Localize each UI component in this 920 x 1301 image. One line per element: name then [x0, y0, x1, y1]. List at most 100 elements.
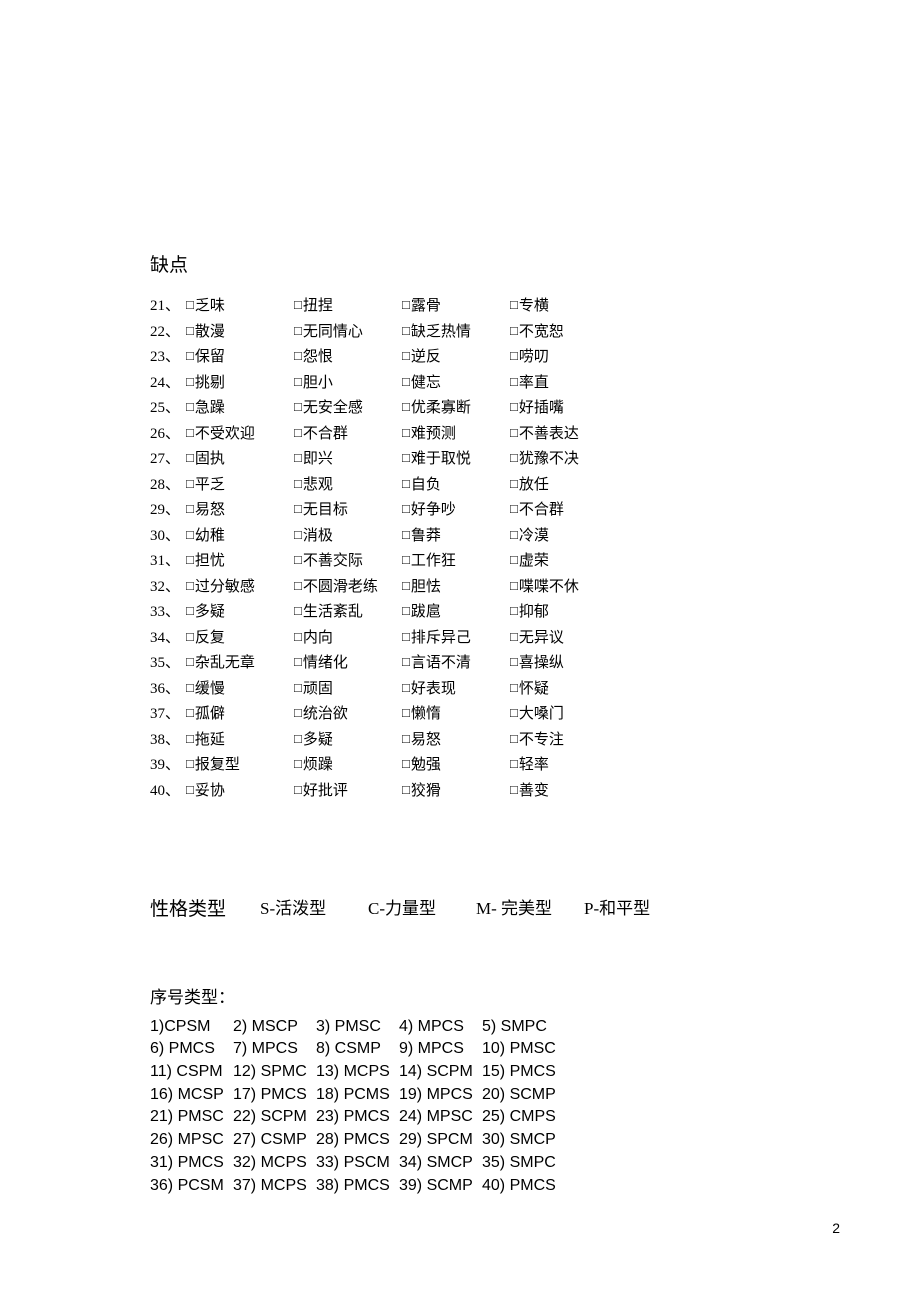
checkbox-option[interactable]: □平乏	[186, 478, 294, 493]
checkbox-option[interactable]: □冷漠	[510, 529, 618, 544]
checkbox-icon: □	[186, 477, 194, 490]
checkbox-option[interactable]: □大嗓门	[510, 707, 618, 722]
checkbox-option[interactable]: □多疑	[294, 733, 402, 748]
checkbox-option[interactable]: □过分敏感	[186, 580, 294, 595]
checkbox-option[interactable]: □报复型	[186, 758, 294, 773]
checkbox-option[interactable]: □难预测	[402, 427, 510, 442]
checkbox-option[interactable]: □健忘	[402, 376, 510, 391]
checkbox-option[interactable]: □幼稚	[186, 529, 294, 544]
checkbox-option[interactable]: □统治欲	[294, 707, 402, 722]
sequence-cell: 9) MPCS	[399, 1038, 482, 1061]
checkbox-option[interactable]: □散漫	[186, 325, 294, 340]
checkbox-option[interactable]: □好批评	[294, 784, 402, 799]
checkbox-option[interactable]: □易怒	[402, 733, 510, 748]
checkbox-option[interactable]: □喜操纵	[510, 656, 618, 671]
checkbox-option[interactable]: □孤僻	[186, 707, 294, 722]
checkbox-option[interactable]: □缺乏热情	[402, 325, 510, 340]
checkbox-option[interactable]: □喋喋不休	[510, 580, 618, 595]
checkbox-option[interactable]: □自负	[402, 478, 510, 493]
checkbox-option[interactable]: □胆小	[294, 376, 402, 391]
checkbox-option[interactable]: □放任	[510, 478, 618, 493]
checkbox-option[interactable]: □挑剔	[186, 376, 294, 391]
checkbox-option[interactable]: □好插嘴	[510, 401, 618, 416]
checkbox-option[interactable]: □不善交际	[294, 554, 402, 569]
checkbox-option[interactable]: □不合群	[510, 503, 618, 518]
checkbox-option[interactable]: □怀疑	[510, 682, 618, 697]
checkbox-option[interactable]: □内向	[294, 631, 402, 646]
checkbox-option[interactable]: □消极	[294, 529, 402, 544]
checkbox-option[interactable]: □情绪化	[294, 656, 402, 671]
checkbox-option[interactable]: □胆怯	[402, 580, 510, 595]
checkbox-option[interactable]: □专横	[510, 299, 618, 314]
checkbox-icon: □	[186, 375, 194, 388]
checkbox-option[interactable]: □怨恨	[294, 350, 402, 365]
checkbox-option[interactable]: □无安全感	[294, 401, 402, 416]
checkbox-option[interactable]: □不宽恕	[510, 325, 618, 340]
checkbox-option[interactable]: □难于取悦	[402, 452, 510, 467]
option-label: 勉强	[411, 758, 441, 773]
checkbox-option[interactable]: □担忧	[186, 554, 294, 569]
row-number: 22、	[150, 325, 186, 340]
sequence-cell: 19) MPCS	[399, 1084, 482, 1107]
checkbox-option[interactable]: □妥协	[186, 784, 294, 799]
section-title-weaknesses: 缺点	[150, 250, 770, 277]
checkbox-option[interactable]: □易怒	[186, 503, 294, 518]
checkbox-icon: □	[186, 655, 194, 668]
checkbox-option[interactable]: □乏味	[186, 299, 294, 314]
checkbox-option[interactable]: □拖延	[186, 733, 294, 748]
checkbox-option[interactable]: □无异议	[510, 631, 618, 646]
checkbox-option[interactable]: □不合群	[294, 427, 402, 442]
checkbox-option[interactable]: □不善表达	[510, 427, 618, 442]
checkbox-option[interactable]: □排斥异己	[402, 631, 510, 646]
checkbox-option[interactable]: □优柔寡断	[402, 401, 510, 416]
checkbox-icon: □	[186, 757, 194, 770]
checkbox-option[interactable]: □跋扈	[402, 605, 510, 620]
checkbox-option[interactable]: □固执	[186, 452, 294, 467]
checkbox-option[interactable]: □保留	[186, 350, 294, 365]
checkbox-option[interactable]: □露骨	[402, 299, 510, 314]
option-label: 情绪化	[303, 656, 348, 671]
checkbox-option[interactable]: □逆反	[402, 350, 510, 365]
checkbox-option[interactable]: □反复	[186, 631, 294, 646]
checkbox-option[interactable]: □犹豫不决	[510, 452, 618, 467]
checkbox-option[interactable]: □多疑	[186, 605, 294, 620]
checkbox-option[interactable]: □鲁莽	[402, 529, 510, 544]
option-label: 易怒	[195, 503, 225, 518]
checkbox-option[interactable]: □悲观	[294, 478, 402, 493]
option-label: 担忧	[195, 554, 225, 569]
sequence-cell: 11) CSPM	[150, 1061, 233, 1084]
checkbox-option[interactable]: □狡猾	[402, 784, 510, 799]
row-number: 40、	[150, 784, 186, 799]
checkbox-option[interactable]: □生活紊乱	[294, 605, 402, 620]
checkbox-option[interactable]: □不专注	[510, 733, 618, 748]
checkbox-option[interactable]: □无目标	[294, 503, 402, 518]
checkbox-option[interactable]: □言语不清	[402, 656, 510, 671]
checkbox-option[interactable]: □缓慢	[186, 682, 294, 697]
checkbox-option[interactable]: □抑郁	[510, 605, 618, 620]
checkbox-option[interactable]: □急躁	[186, 401, 294, 416]
checkbox-icon: □	[402, 400, 410, 413]
checkbox-icon: □	[186, 502, 194, 515]
checkbox-option[interactable]: □唠叨	[510, 350, 618, 365]
checkbox-option[interactable]: □即兴	[294, 452, 402, 467]
checkbox-option[interactable]: □勉强	[402, 758, 510, 773]
sequence-row: 11) CSPM12) SPMC13) MCPS14) SCPM15) PMCS	[150, 1061, 770, 1084]
checkbox-option[interactable]: □杂乱无章	[186, 656, 294, 671]
checkbox-option[interactable]: □不圆滑老练	[294, 580, 402, 595]
checkbox-option[interactable]: □不受欢迎	[186, 427, 294, 442]
checkbox-option[interactable]: □扭捏	[294, 299, 402, 314]
checkbox-option[interactable]: □轻率	[510, 758, 618, 773]
checkbox-option[interactable]: □懒惰	[402, 707, 510, 722]
table-row: 28、□平乏□悲观□自负□放任	[150, 478, 770, 493]
checkbox-option[interactable]: □率直	[510, 376, 618, 391]
checkbox-option[interactable]: □顽固	[294, 682, 402, 697]
checkbox-option[interactable]: □善变	[510, 784, 618, 799]
checkbox-option[interactable]: □好争吵	[402, 503, 510, 518]
checkbox-icon: □	[186, 783, 194, 796]
checkbox-option[interactable]: □无同情心	[294, 325, 402, 340]
checkbox-option[interactable]: □工作狂	[402, 554, 510, 569]
checkbox-option[interactable]: □好表现	[402, 682, 510, 697]
checkbox-option[interactable]: □虚荣	[510, 554, 618, 569]
checkbox-option[interactable]: □烦躁	[294, 758, 402, 773]
sequence-cell: 10) PMSC	[482, 1038, 565, 1061]
